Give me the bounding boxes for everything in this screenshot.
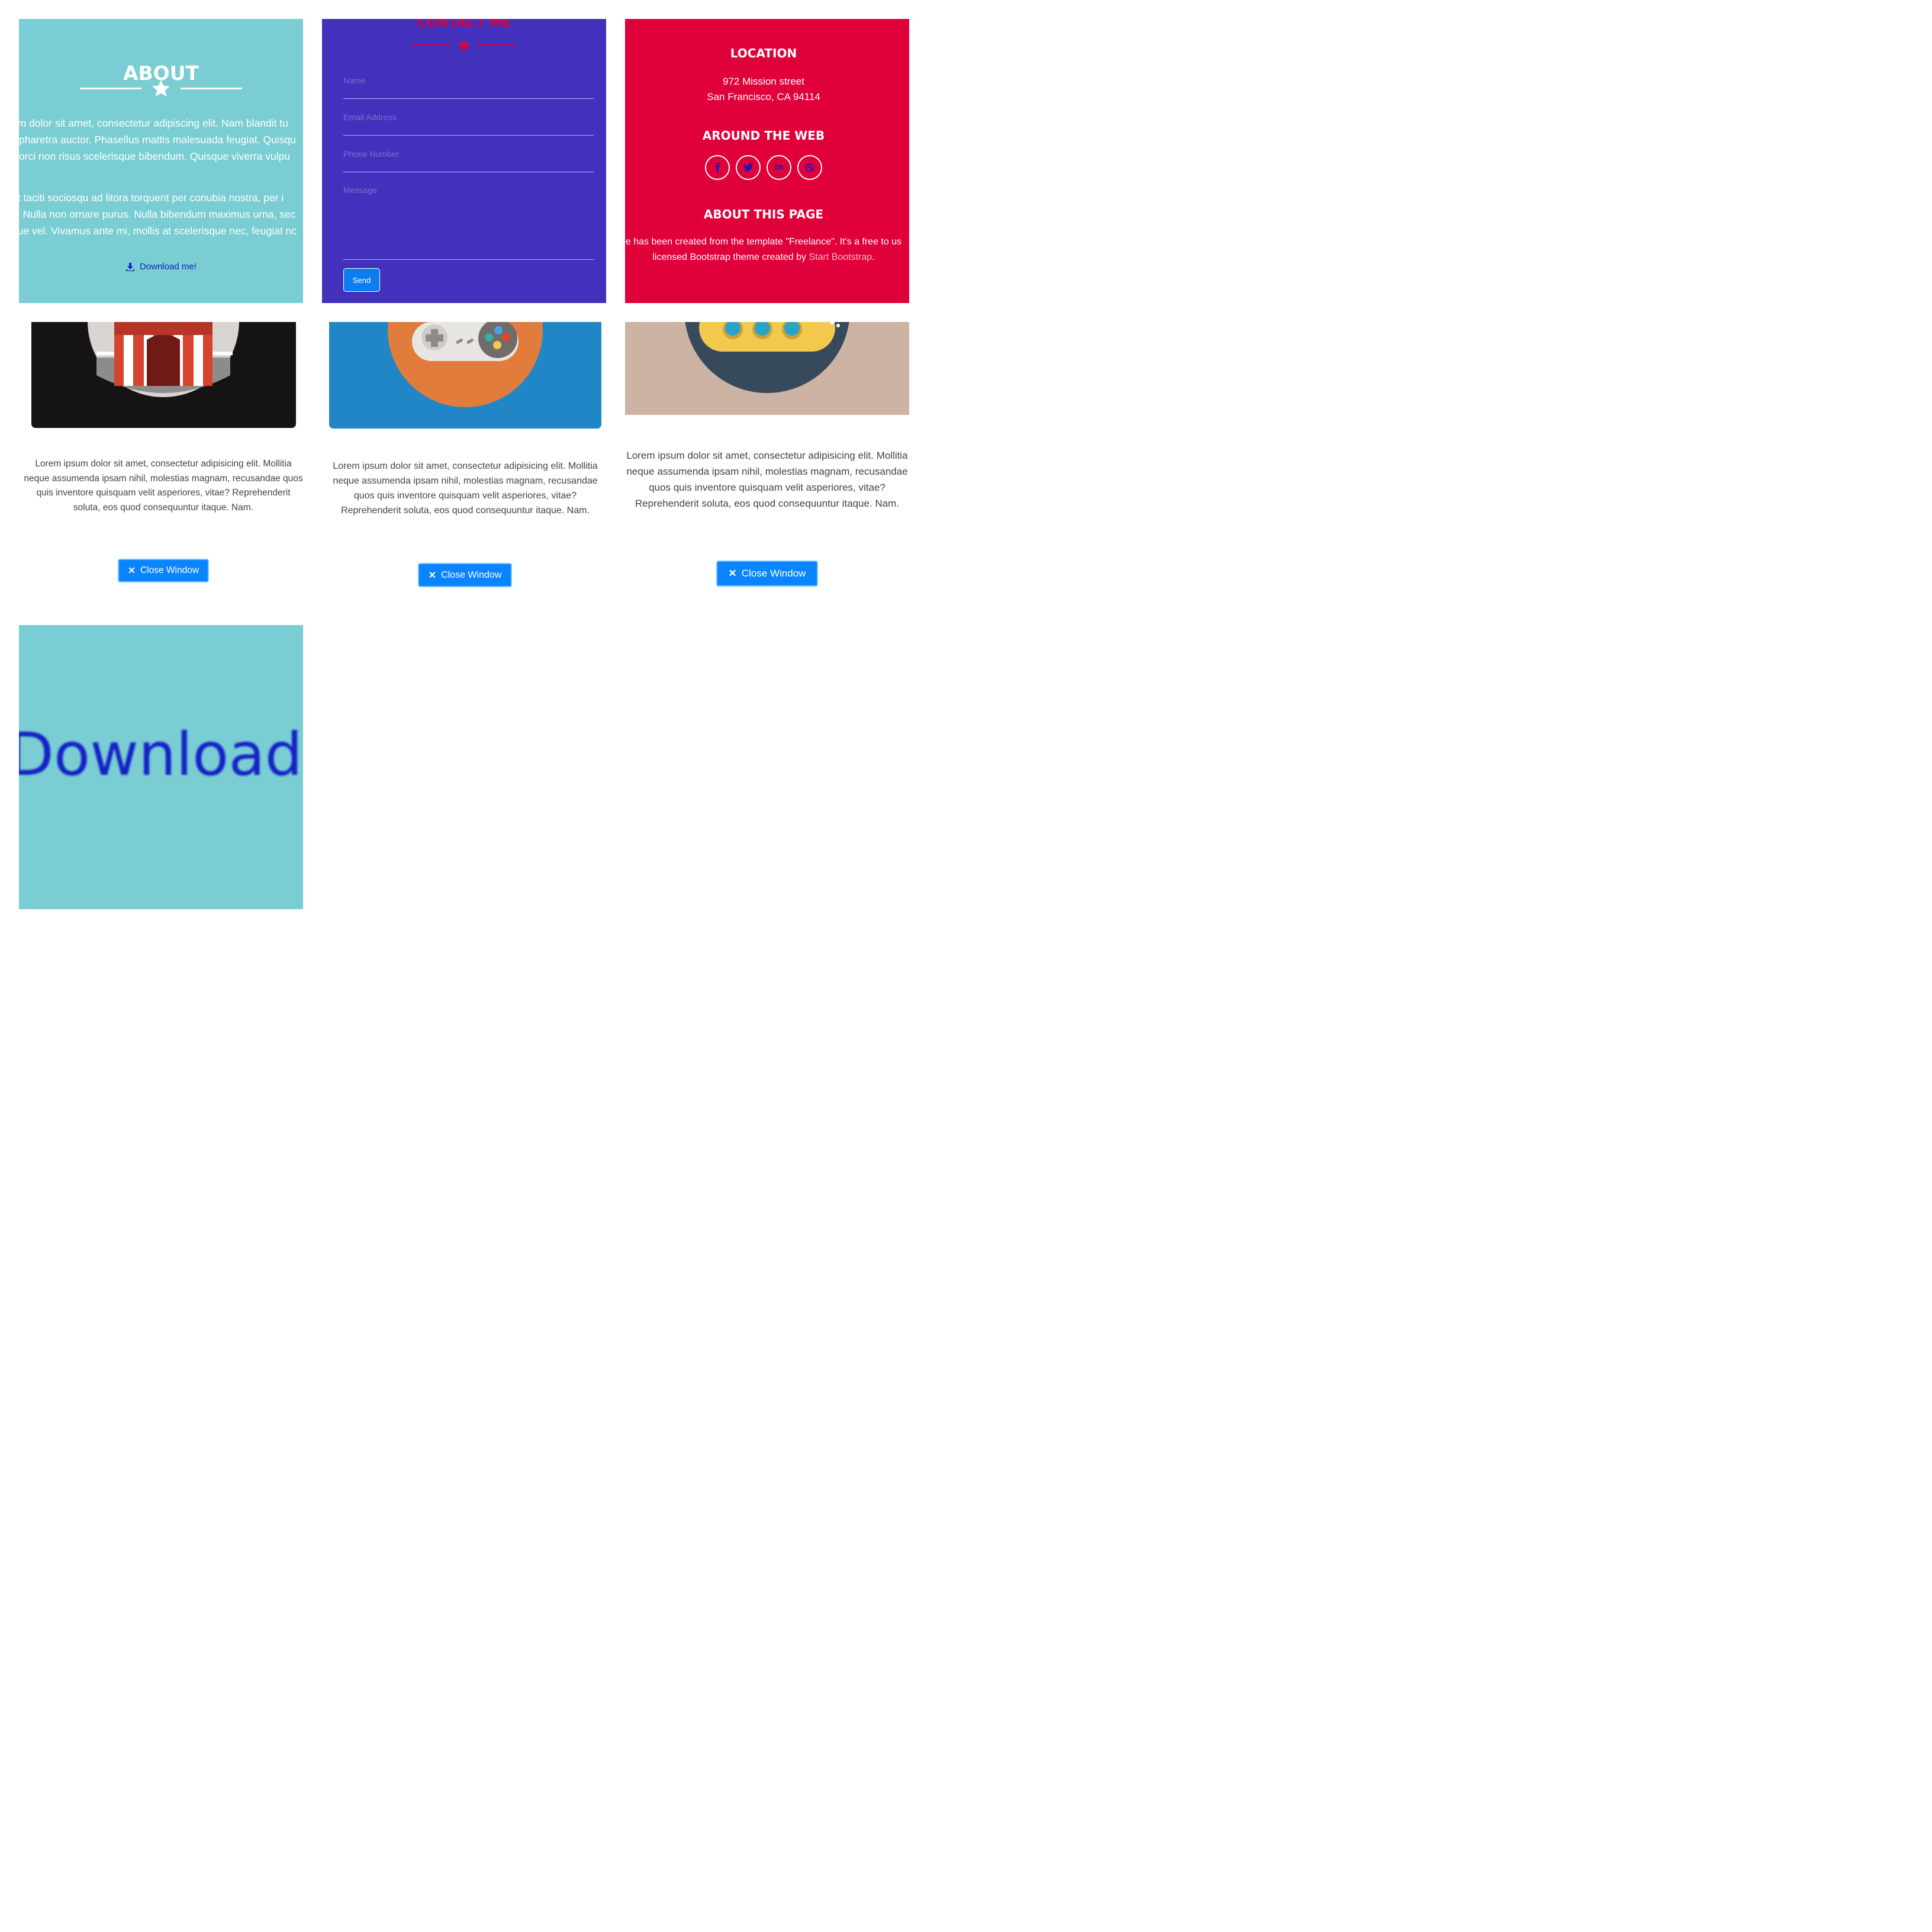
name-placeholder: Name [343, 76, 366, 85]
phone-placeholder: Phone Number [343, 149, 400, 159]
about-paragraph-2: nt taciti sociosqu ad litora torquent pe… [19, 189, 303, 239]
about-paragraph-line: um dolor sit amet, consectetur adipiscin… [19, 117, 288, 129]
divider-line-left [80, 87, 141, 89]
submarine-image [625, 322, 909, 415]
download-icon [126, 262, 135, 271]
facebook-link[interactable] [705, 155, 730, 180]
divider-line-right [181, 87, 242, 89]
contact-section: CONTACT ME Name Email Address Phone Numb… [322, 19, 606, 303]
twitter-link[interactable] [736, 155, 761, 180]
name-field[interactable]: Name [343, 76, 594, 99]
divider-line-right [477, 44, 517, 46]
about-page-prefix: licensed Bootstrap theme created by [652, 252, 809, 262]
linkedin-icon: in [774, 162, 784, 172]
send-button[interactable]: Send [343, 268, 380, 292]
star-icon [458, 39, 471, 51]
social-links: in [625, 155, 902, 180]
about-page-line-2: licensed Bootstrap theme created by Star… [625, 250, 909, 265]
about-page-text: e has been created from the template "Fr… [625, 234, 909, 265]
twitter-icon [743, 163, 754, 172]
message-placeholder: Message [343, 185, 377, 195]
facebook-icon [715, 162, 720, 173]
address-line-1: 972 Mission street [723, 76, 804, 87]
start-bootstrap-link[interactable]: Start Bootstrap [809, 252, 872, 262]
location-heading: LOCATION [730, 46, 797, 60]
game-controller-image [329, 322, 601, 429]
contact-divider [322, 38, 606, 52]
download-button[interactable]: Download me! [19, 262, 303, 272]
close-icon: ✕ [728, 568, 737, 579]
close-label: Close Window [741, 568, 806, 579]
about-section: ABOUT um dolor sit amet, consectetur adi… [19, 19, 303, 303]
about-divider [19, 78, 303, 98]
about-paragraph-line: nt taciti sociosqu ad litora torquent pe… [19, 192, 284, 204]
phone-field[interactable]: Phone Number [343, 149, 594, 172]
address-line-2: San Francisco, CA 94114 [707, 91, 820, 102]
email-field[interactable]: Email Address [343, 112, 594, 136]
about-paragraph-1: um dolor sit amet, consectetur adipiscin… [19, 115, 303, 165]
about-page-line-1: e has been created from the template "Fr… [625, 237, 902, 247]
message-field[interactable]: Message [343, 185, 594, 260]
close-window-button[interactable]: ✕ Close Window [118, 559, 209, 582]
star-icon [152, 79, 170, 97]
about-paragraph-line: s. Nulla non ornare purus. Nulla bibendu… [19, 208, 296, 220]
download-label: Download me! [140, 262, 197, 272]
about-paragraph-line: orci non risus scelerisque bibendum. Qui… [19, 150, 291, 162]
close-icon: ✕ [428, 570, 437, 581]
close-window-button[interactable]: ✕ Close Window [418, 563, 512, 587]
about-paragraph-line: que vel. Vivamus ante mi, mollis at scel… [19, 225, 297, 237]
card-description: Lorem ipsum dolor sit amet, consectetur … [333, 461, 598, 516]
download-zoom-text: Download r [19, 720, 303, 789]
card-description: Lorem ipsum dolor sit amet, consectetur … [626, 450, 908, 509]
card-description: Lorem ipsum dolor sit amet, consectetur … [24, 459, 303, 513]
about-paragraph-line: pharetra auctor. Phasellus mattis malesu… [19, 134, 296, 146]
about-page-suffix: . [872, 252, 875, 262]
close-label: Close Window [140, 565, 199, 575]
download-zoom-tile: Download r [19, 625, 303, 909]
close-icon: ✕ [127, 565, 136, 576]
dribbble-link[interactable] [797, 155, 822, 180]
around-web-heading: AROUND THE WEB [702, 128, 825, 143]
close-label: Close Window [441, 569, 502, 580]
linkedin-link[interactable]: in [767, 155, 791, 180]
email-placeholder: Email Address [343, 112, 397, 122]
divider-line-left [411, 44, 451, 46]
footer-section: LOCATION 972 Mission street San Francisc… [625, 19, 909, 303]
dribbble-icon [805, 163, 814, 172]
about-page-heading: ABOUT THIS PAGE [703, 207, 824, 221]
circus-tent-image [31, 322, 296, 428]
close-window-button[interactable]: ✕ Close Window [716, 561, 818, 587]
contact-title: CONTACT ME [417, 19, 511, 30]
